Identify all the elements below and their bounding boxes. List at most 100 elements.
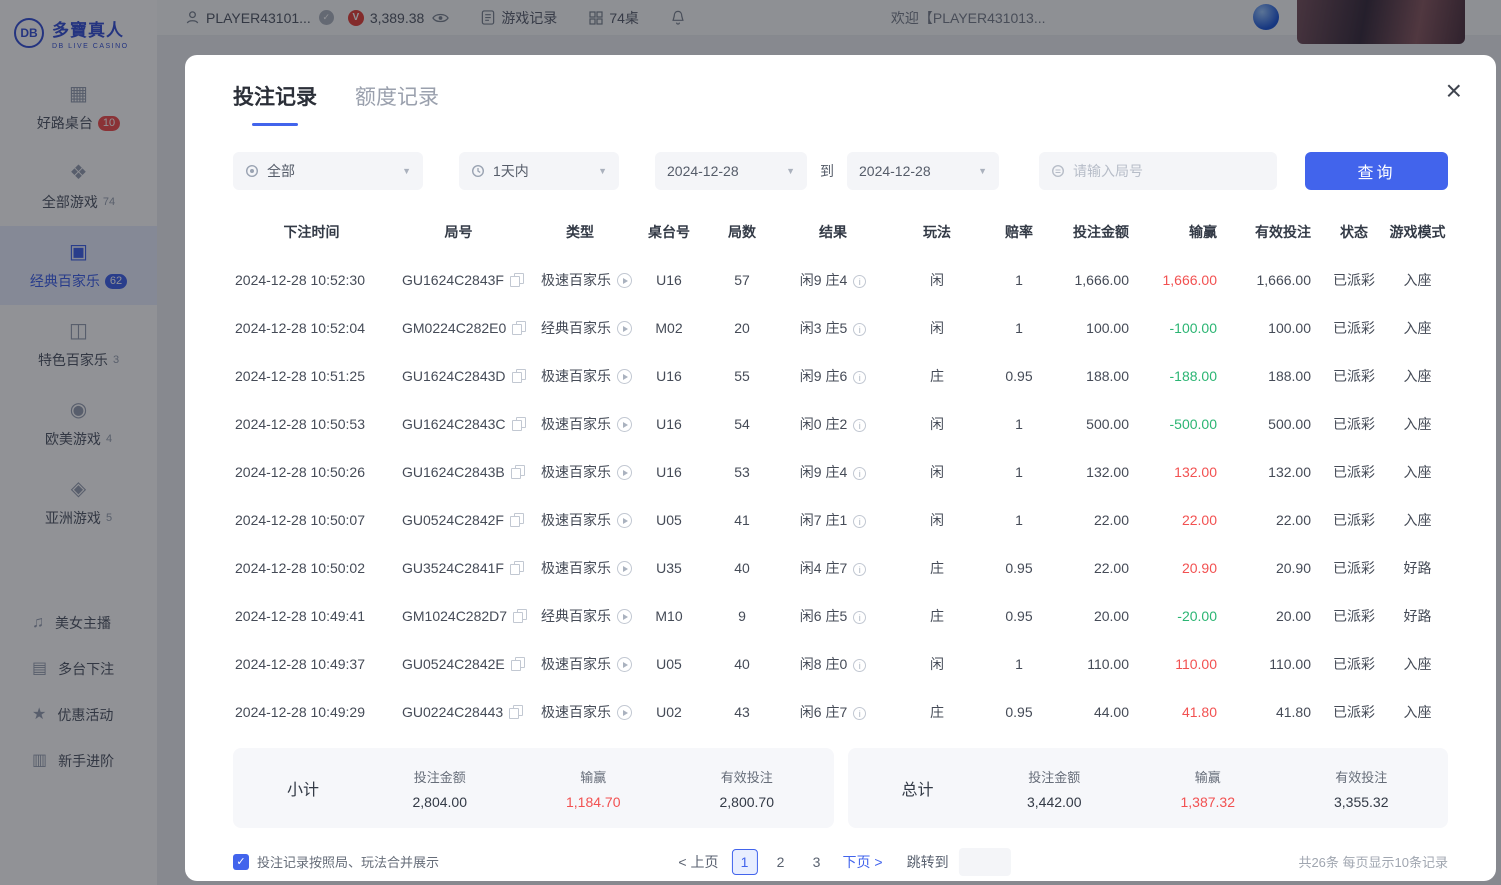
bet-amount: 44.00 — [1094, 704, 1129, 720]
copy-icon[interactable] — [510, 273, 523, 286]
valid-bet: 1,666.00 — [1257, 272, 1312, 288]
search-button[interactable]: 查询 — [1305, 152, 1448, 190]
copy-icon[interactable] — [511, 657, 524, 670]
info-icon[interactable]: i — [853, 275, 866, 288]
win-loss: 20.90 — [1182, 560, 1217, 576]
copy-icon[interactable] — [510, 561, 523, 574]
play-icon[interactable] — [617, 369, 632, 384]
prev-page-button[interactable]: < 上页 — [678, 852, 718, 872]
round-search-input[interactable] — [1073, 163, 1265, 179]
round-search-field[interactable] — [1039, 152, 1277, 190]
result: 闲6 庄5 — [800, 608, 847, 624]
play-icon[interactable] — [617, 321, 632, 336]
play-icon[interactable] — [617, 561, 632, 576]
play-icon[interactable] — [617, 609, 632, 624]
time-range-value: 1天内 — [493, 161, 529, 181]
copy-icon[interactable] — [513, 609, 526, 622]
game-type: 经典百家乐 — [541, 608, 611, 624]
play-icon[interactable] — [617, 465, 632, 480]
copy-icon[interactable] — [509, 705, 522, 718]
info-icon[interactable]: i — [853, 515, 866, 528]
round-id: GU1624C2843D — [402, 368, 506, 384]
odds: 0.95 — [1005, 704, 1032, 720]
odds: 0.95 — [1005, 560, 1032, 576]
round-count: 20 — [734, 320, 750, 336]
info-icon[interactable]: i — [853, 419, 866, 432]
table-row: 2024-12-28 10:52:30GU1624C2843F极速百家乐U165… — [233, 256, 1448, 304]
play-icon[interactable] — [617, 657, 632, 672]
page-button-2[interactable]: 2 — [768, 849, 794, 875]
date-to-picker[interactable]: 2024-12-28 ▼ — [847, 152, 999, 190]
round-id: GU3524C2841F — [402, 560, 504, 576]
round-count: 54 — [734, 416, 750, 432]
play-type: 庄 — [930, 704, 944, 720]
info-icon[interactable]: i — [853, 323, 866, 336]
play-icon[interactable] — [617, 705, 632, 720]
game-mode: 好路 — [1404, 560, 1432, 576]
info-icon[interactable]: i — [853, 659, 866, 672]
date-from-picker[interactable]: 2024-12-28 ▼ — [655, 152, 807, 190]
info-icon[interactable]: i — [853, 611, 866, 624]
copy-icon[interactable] — [512, 417, 525, 430]
table-row: 2024-12-28 10:50:02GU3524C2841F极速百家乐U354… — [233, 544, 1448, 592]
round-count: 57 — [734, 272, 750, 288]
status: 已派彩 — [1333, 320, 1375, 336]
round-id: GU1624C2843F — [402, 272, 504, 288]
column-header: 桌台号 — [633, 208, 705, 256]
round-id: GM0224C282E0 — [402, 320, 506, 336]
info-icon[interactable]: i — [853, 467, 866, 480]
category-icon — [245, 164, 259, 178]
play-type: 闲 — [930, 272, 944, 288]
tab-bet-records[interactable]: 投注记录 — [233, 81, 317, 126]
info-icon[interactable]: i — [853, 563, 866, 576]
valid-bet: 132.00 — [1268, 464, 1311, 480]
subtotal-win-label: 输赢 — [517, 767, 671, 786]
total-bet-label: 投注金额 — [978, 767, 1132, 786]
status: 已派彩 — [1333, 704, 1375, 720]
modal-footer: ✓ 投注记录按照局、玩法合并展示 < 上页 123 下页 > 跳转到 共26条 … — [233, 852, 1448, 871]
play-icon[interactable] — [617, 513, 632, 528]
info-icon[interactable]: i — [853, 707, 866, 720]
filters-bar: 全部 ▼ 1天内 ▼ 2024-12-28 ▼ 到 2024-12-28 ▼ — [233, 152, 1448, 190]
odds: 1 — [1015, 464, 1023, 480]
play-type: 闲 — [930, 656, 944, 672]
game-mode: 入座 — [1404, 464, 1432, 480]
bet-time: 2024-12-28 10:50:02 — [235, 560, 365, 576]
time-range-select[interactable]: 1天内 ▼ — [459, 152, 619, 190]
copy-icon[interactable] — [512, 369, 525, 382]
tab-quota-records[interactable]: 额度记录 — [355, 81, 439, 126]
copy-icon[interactable] — [511, 465, 524, 478]
play-type: 庄 — [930, 368, 944, 384]
date-range-to-label: 到 — [820, 161, 834, 181]
game-mode: 入座 — [1404, 512, 1432, 528]
odds: 1 — [1015, 512, 1023, 528]
copy-icon[interactable] — [510, 513, 523, 526]
info-icon[interactable]: i — [853, 371, 866, 384]
bet-time: 2024-12-28 10:49:29 — [235, 704, 365, 720]
table-row: 2024-12-28 10:50:26GU1624C2843B极速百家乐U165… — [233, 448, 1448, 496]
bet-time: 2024-12-28 10:50:26 — [235, 464, 365, 480]
play-type: 闲 — [930, 320, 944, 336]
round-number-icon — [1051, 164, 1065, 178]
table-row: 2024-12-28 10:49:37GU0524C2842E极速百家乐U054… — [233, 640, 1448, 688]
modal-tabs: 投注记录 额度记录 — [233, 81, 1448, 126]
page-button-1[interactable]: 1 — [732, 849, 758, 875]
copy-icon[interactable] — [512, 321, 525, 334]
status: 已派彩 — [1333, 608, 1375, 624]
close-icon[interactable]: × — [1446, 77, 1462, 105]
jump-page-input[interactable] — [959, 848, 1011, 876]
merge-checkbox[interactable]: ✓ — [233, 854, 249, 870]
game-type-select[interactable]: 全部 ▼ — [233, 152, 423, 190]
table-number: U02 — [656, 704, 682, 720]
play-icon[interactable] — [617, 417, 632, 432]
table-number: U35 — [656, 560, 682, 576]
result: 闲4 庄7 — [800, 560, 847, 576]
next-page-button[interactable]: 下页 > — [843, 852, 883, 872]
chevron-down-icon: ▼ — [786, 166, 795, 176]
page-button-3[interactable]: 3 — [804, 849, 830, 875]
status: 已派彩 — [1333, 416, 1375, 432]
date-to-value: 2024-12-28 — [859, 163, 931, 179]
column-header: 类型 — [527, 208, 633, 256]
round-count: 53 — [734, 464, 750, 480]
play-icon[interactable] — [617, 273, 632, 288]
